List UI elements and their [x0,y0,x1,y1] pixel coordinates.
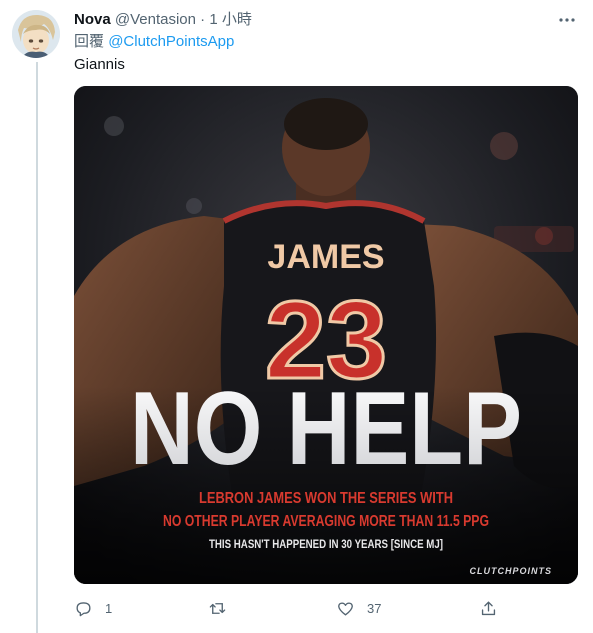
like-icon [338,601,353,616]
tweet-text: Giannis [74,56,125,73]
share-icon [481,600,496,615]
brand-logo: CLUTCHPOINTS [470,566,553,576]
user-handle[interactable]: @Ventasion [115,11,196,28]
tweet-media-image[interactable]: JAMES 23 NO HELP LEBRON JAMES WON THE SE… [74,86,578,584]
share-button[interactable] [479,596,498,620]
replying-to: 回覆 @ClutchPointsApp [74,32,234,52]
thread-line [36,62,38,633]
tweet-actions: 1 37 [74,596,514,620]
subline-2: NO OTHER PLAYER AVERAGING MORE THAN 11.5… [163,513,489,530]
retweet-button[interactable] [208,596,239,620]
like-count: 37 [367,600,382,616]
retweet-icon [209,602,226,614]
avatar-image [12,10,60,58]
avatar[interactable] [12,10,60,58]
separator-dot: · [200,11,206,28]
headline-text: NO HELP [130,371,522,487]
like-button[interactable]: 37 [336,596,381,620]
reply-button[interactable]: 1 [74,596,112,620]
reply-prefix: 回覆 [74,33,105,50]
tweet-header: Nova @Ventasion · 1 小時 [74,10,252,30]
reply-count: 1 [105,600,113,616]
reply-icon [76,601,91,616]
timestamp[interactable]: 1 小時 [209,11,252,28]
more-icon[interactable] [557,10,577,30]
reply-mention-link[interactable]: @ClutchPointsApp [108,33,234,50]
jersey-name: JAMES [267,238,384,276]
display-name[interactable]: Nova [74,11,111,28]
subline-3: THIS HASN'T HAPPENED IN 30 YEARS [SINCE … [209,537,443,551]
subline-1: LEBRON JAMES WON THE SERIES WITH [199,490,453,507]
